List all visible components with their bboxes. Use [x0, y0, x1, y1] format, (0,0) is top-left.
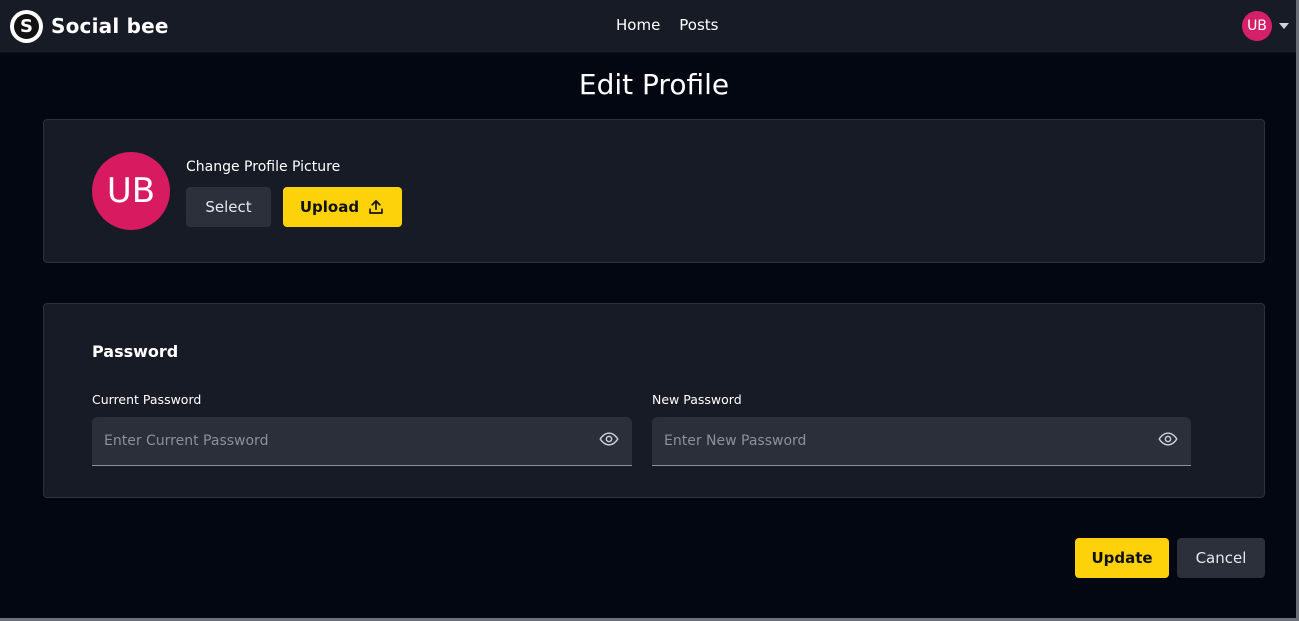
profile-picture-card: UB Change Profile Picture Select Upload: [43, 119, 1265, 263]
eye-icon[interactable]: [598, 429, 620, 449]
current-password-input[interactable]: [92, 417, 632, 465]
brand[interactable]: S Social bee: [10, 9, 169, 43]
nav-avatar[interactable]: UB: [1242, 11, 1272, 41]
nav-link-posts[interactable]: Posts: [679, 16, 718, 34]
current-password-field: [92, 417, 632, 466]
upload-button-label: Upload: [299, 198, 360, 216]
eye-icon[interactable]: [1157, 429, 1179, 449]
cancel-button[interactable]: Cancel: [1177, 538, 1265, 578]
new-password-input[interactable]: [652, 417, 1191, 465]
update-button[interactable]: Update: [1075, 538, 1169, 578]
app-frame: S Social bee Home Posts UB Edit Profile …: [0, 0, 1299, 621]
upload-icon: [369, 200, 383, 214]
new-password-label: New Password: [652, 392, 742, 407]
profile-avatar: UB: [92, 152, 170, 230]
change-picture-label: Change Profile Picture: [186, 159, 341, 175]
page-title: Edit Profile: [578, 68, 730, 101]
top-navbar: S Social bee Home Posts UB: [0, 0, 1296, 53]
cancel-button-label: Cancel: [1195, 549, 1247, 567]
update-button-label: Update: [1091, 549, 1153, 567]
password-card: Password Current Password New Password: [43, 303, 1265, 498]
current-password-label: Current Password: [92, 392, 202, 407]
nav-link-home[interactable]: Home: [616, 16, 660, 34]
caret-down-icon[interactable]: [1279, 23, 1289, 29]
nav-links: Home Posts: [616, 16, 719, 34]
new-password-field: [652, 417, 1191, 466]
upload-picture-button[interactable]: Upload: [283, 187, 402, 227]
brand-logo-letter: S: [14, 13, 39, 39]
user-menu[interactable]: UB: [1242, 11, 1289, 41]
select-picture-button[interactable]: Select: [186, 187, 271, 227]
password-section-title: Password: [92, 342, 179, 361]
select-button-label: Select: [205, 198, 252, 216]
brand-name: Social bee: [51, 14, 169, 38]
brand-logo-icon: S: [10, 9, 43, 43]
